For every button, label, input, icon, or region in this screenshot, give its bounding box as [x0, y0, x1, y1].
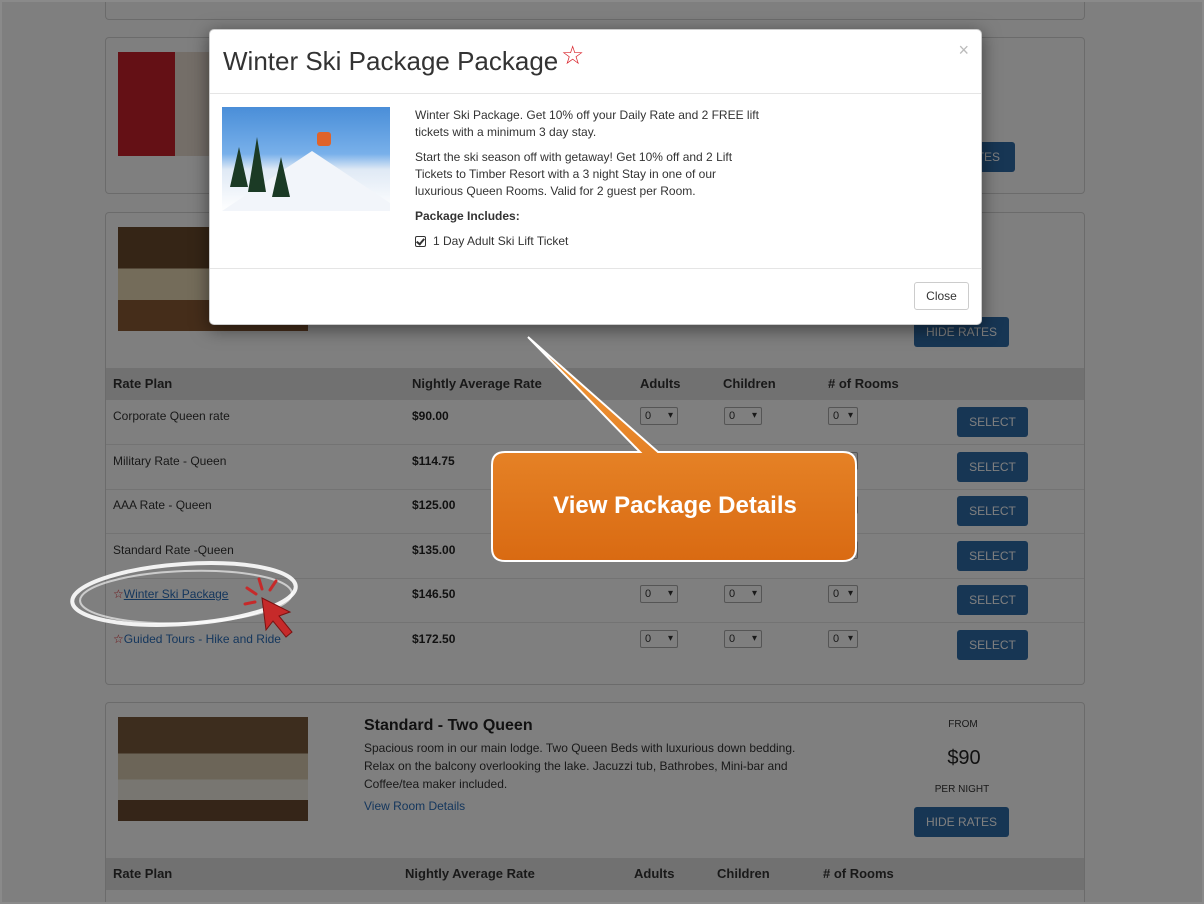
annotation-highlight: [70, 561, 298, 638]
callout-text: View Package Details: [553, 492, 797, 519]
click-cursor-icon: [243, 577, 293, 638]
